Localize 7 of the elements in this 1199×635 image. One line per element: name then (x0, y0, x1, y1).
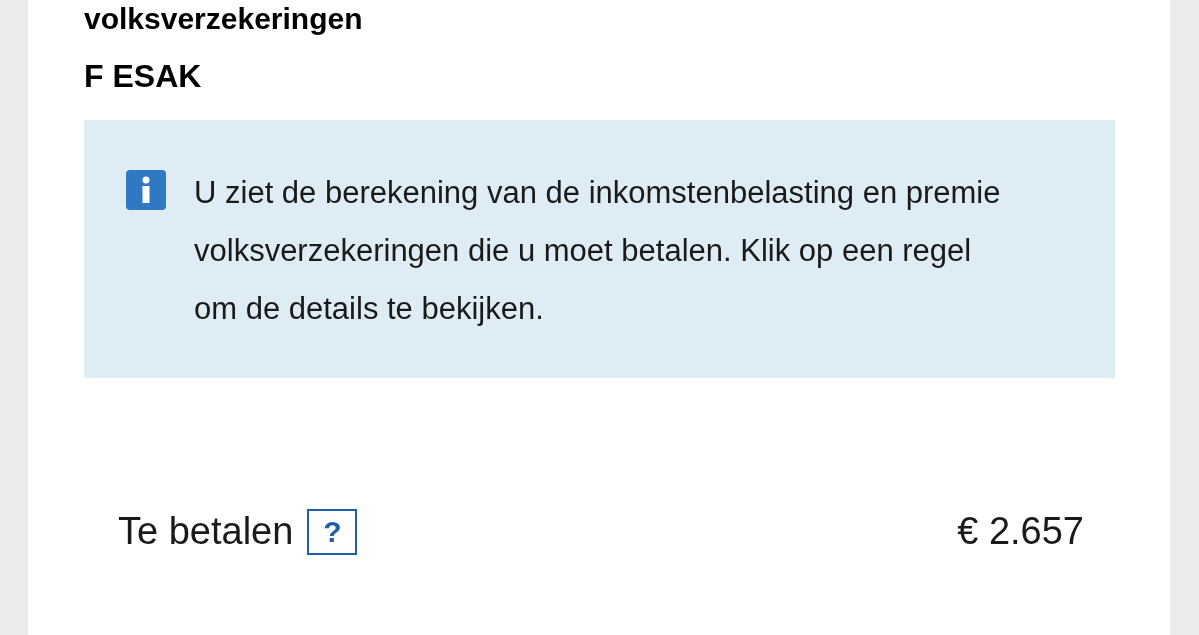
section-heading: volksverzekeringen (84, 2, 364, 36)
help-button[interactable]: ? (307, 508, 358, 555)
info-text: U ziet de berekening van de inkomstenbelasting en premie volksverzekeringen die u moet betalen. Klik op een regel om de details te bekijken. (194, 174, 1002, 328)
info-icon (126, 170, 166, 210)
person-name: F ESAK (84, 57, 203, 96)
amount-label: Te betalen (118, 509, 294, 554)
amount-value: € 2.657 (957, 509, 1084, 554)
